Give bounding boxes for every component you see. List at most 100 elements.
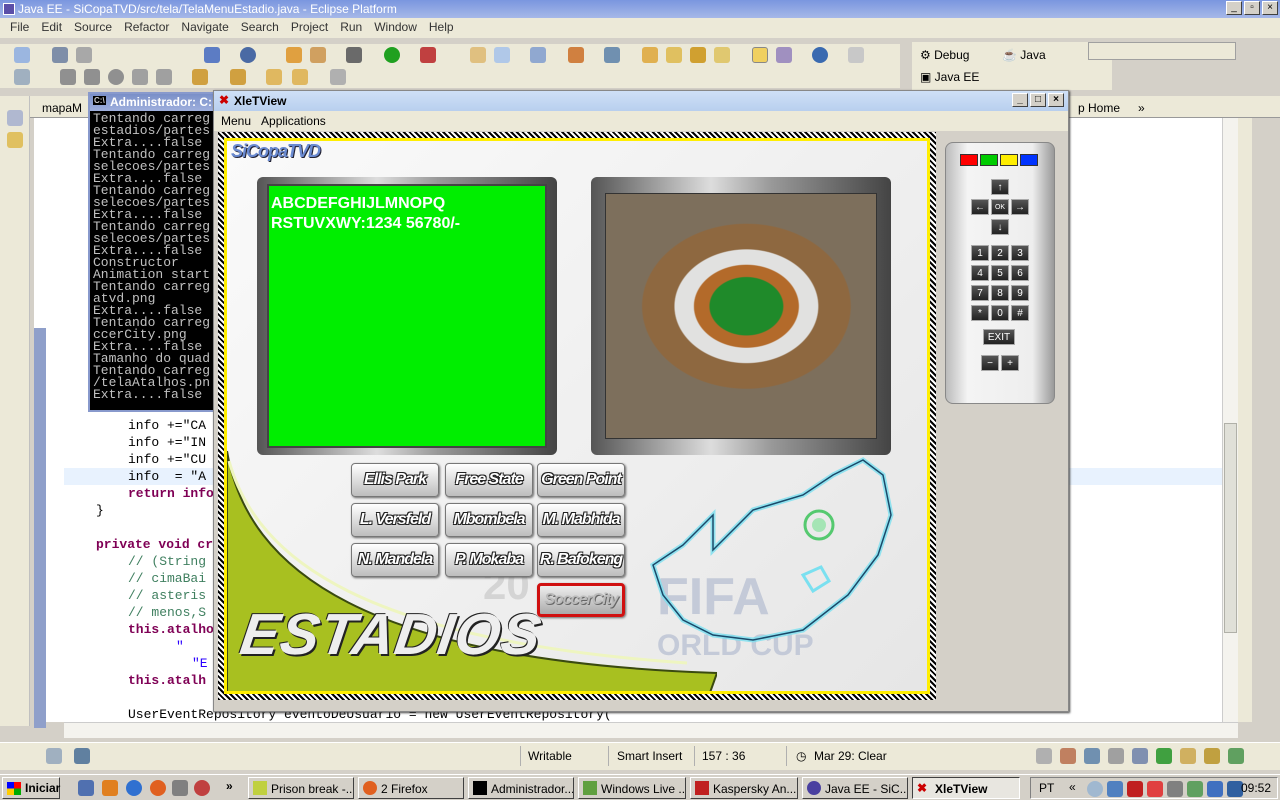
stadium-button-green-point[interactable]: Green Point: [537, 463, 625, 497]
volume-plus-button[interactable]: +: [1001, 355, 1019, 371]
open-type-icon[interactable]: [470, 47, 486, 63]
close-button[interactable]: ×: [1262, 1, 1278, 15]
debug-icon[interactable]: [346, 47, 362, 63]
green-key-button[interactable]: [980, 154, 998, 166]
task-kaspersky[interactable]: Kaspersky An...: [690, 777, 798, 799]
show-desktop-icon[interactable]: [78, 780, 94, 796]
stadium-button-nelson-mandela[interactable]: N. Mandela: [351, 543, 439, 577]
tray-icon[interactable]: [1087, 781, 1103, 797]
globe-icon[interactable]: [812, 47, 828, 63]
resume-icon[interactable]: [60, 69, 76, 85]
save-icon[interactable]: [52, 47, 68, 63]
server-icon[interactable]: [204, 47, 220, 63]
perspective-javaee[interactable]: ▣ Java EE: [920, 70, 979, 84]
xlet-close-button[interactable]: ×: [1048, 93, 1064, 107]
external-tools-icon[interactable]: [420, 47, 436, 63]
stadium-button-moses-mabhida[interactable]: M. Mabhida: [537, 503, 625, 537]
package-icon[interactable]: [310, 47, 326, 63]
overflow-tabs-icon[interactable]: »: [1130, 98, 1153, 118]
media-player-icon[interactable]: [102, 780, 118, 796]
volume-minus-button[interactable]: −: [981, 355, 999, 371]
exit-button[interactable]: EXIT: [983, 329, 1015, 345]
language-indicator[interactable]: PT: [1039, 781, 1054, 795]
stadium-button-free-state[interactable]: Free State: [445, 463, 533, 497]
task-administrador[interactable]: Administrador...: [468, 777, 574, 799]
stadium-button-soccer-city[interactable]: SoccerCity: [537, 583, 625, 617]
forward-icon[interactable]: [330, 69, 346, 85]
editor-horizontal-scrollbar[interactable]: [64, 722, 1238, 738]
restore-icon[interactable]: [7, 110, 23, 126]
menu-refactor[interactable]: Refactor: [118, 18, 175, 38]
marker-icon[interactable]: [776, 47, 792, 63]
arrow-up-button[interactable]: ↑: [991, 179, 1009, 195]
task-prison-break[interactable]: Prison break -...: [248, 777, 354, 799]
open-resource-icon[interactable]: [494, 47, 510, 63]
firefox-launch-icon[interactable]: [150, 780, 166, 796]
trim-icon[interactable]: [1036, 748, 1052, 764]
folder-icon[interactable]: [642, 47, 658, 63]
folder-open-icon[interactable]: [666, 47, 682, 63]
sync-icon[interactable]: [530, 47, 546, 63]
key-3-button[interactable]: 3: [1011, 245, 1029, 261]
stadium-button-loftus-versfeld[interactable]: L. Versfeld: [351, 503, 439, 537]
key-8-button[interactable]: 8: [991, 285, 1009, 301]
tray-icon[interactable]: [1107, 781, 1123, 797]
key-star-button[interactable]: *: [971, 305, 989, 321]
trim-icon[interactable]: [1084, 748, 1100, 764]
console-icon[interactable]: [848, 47, 864, 63]
xlet-maximize-button[interactable]: □: [1030, 93, 1046, 107]
tray-icon[interactable]: [1147, 781, 1163, 797]
back-icon[interactable]: [292, 69, 308, 85]
trim-icon[interactable]: [1108, 748, 1124, 764]
key-6-button[interactable]: 6: [1011, 265, 1029, 281]
editor-vertical-scrollbar[interactable]: [1222, 118, 1238, 722]
trim-icon[interactable]: [1060, 748, 1076, 764]
quicklaunch-icon[interactable]: [172, 780, 188, 796]
skip-icon[interactable]: [84, 69, 100, 85]
console-view-icon[interactable]: [74, 748, 90, 764]
trim-icon[interactable]: [1228, 748, 1244, 764]
key-hash-button[interactable]: #: [1011, 305, 1029, 321]
task-firefox[interactable]: 2 Firefox: [358, 777, 464, 799]
network-icon[interactable]: [1207, 781, 1223, 797]
kaspersky-tray-icon[interactable]: [1127, 781, 1143, 797]
key-9-button[interactable]: 9: [1011, 285, 1029, 301]
highlight-icon[interactable]: [752, 47, 768, 63]
key-4-button[interactable]: 4: [971, 265, 989, 281]
yellow-key-button[interactable]: [1000, 154, 1018, 166]
tab-mapa[interactable]: mapaM: [34, 98, 90, 118]
trim-icon[interactable]: [1180, 748, 1196, 764]
menu-edit[interactable]: Edit: [35, 18, 68, 38]
menu-project[interactable]: Project: [285, 18, 334, 38]
stop-icon[interactable]: [108, 69, 124, 85]
tray-icon[interactable]: [1187, 781, 1203, 797]
xlet-menu-menu[interactable]: Menu: [216, 111, 256, 131]
next-annotation-icon[interactable]: [192, 69, 208, 85]
ie-icon[interactable]: [126, 780, 142, 796]
disconnect-icon[interactable]: [132, 69, 148, 85]
xlet-menu-applications[interactable]: Applications: [256, 111, 331, 131]
trim-icon[interactable]: [1132, 748, 1148, 764]
scrollbar-thumb[interactable]: [1224, 423, 1237, 633]
quick-access-input[interactable]: [1088, 42, 1236, 60]
arrow-down-button[interactable]: ↓: [991, 219, 1009, 235]
build-icon[interactable]: [14, 69, 30, 85]
prev-annotation-icon[interactable]: [230, 69, 246, 85]
ok-button[interactable]: OK: [991, 199, 1009, 215]
xlet-minimize-button[interactable]: _: [1012, 93, 1028, 107]
web-icon[interactable]: [240, 47, 256, 63]
step-icon[interactable]: [156, 69, 172, 85]
task-eclipse[interactable]: Java EE - SiC...: [802, 777, 908, 799]
key-2-button[interactable]: 2: [991, 245, 1009, 261]
quicklaunch-more-icon[interactable]: »: [226, 779, 233, 793]
arrow-right-button[interactable]: →: [1011, 199, 1029, 215]
blue-key-button[interactable]: [1020, 154, 1038, 166]
trim-icon[interactable]: [1156, 748, 1172, 764]
new-icon[interactable]: [14, 47, 30, 63]
key-7-button[interactable]: 7: [971, 285, 989, 301]
menu-search[interactable]: Search: [235, 18, 285, 38]
menu-file[interactable]: File: [4, 18, 35, 38]
red-key-button[interactable]: [960, 154, 978, 166]
stadium-button-royal-bafokeng[interactable]: R. Bafokeng: [537, 543, 625, 577]
archive-icon[interactable]: [714, 47, 730, 63]
